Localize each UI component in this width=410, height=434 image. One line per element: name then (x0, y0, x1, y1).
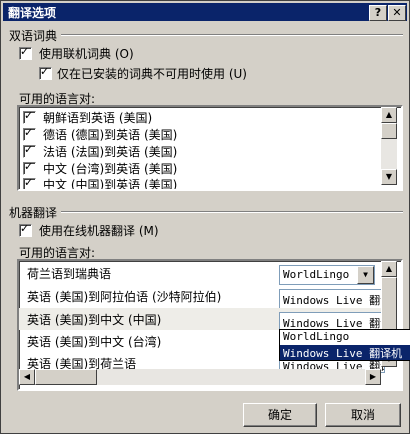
pair-label: 朝鲜语到英语 (美国) (43, 111, 153, 125)
combo-value: WorldLingo (283, 268, 350, 281)
cancel-button[interactable]: 取消 (325, 403, 401, 427)
combo-value: Windows Live 翻译 (283, 294, 392, 307)
pair-label: 荷兰语到瑞典语 (27, 267, 112, 281)
pair-checkbox[interactable] (23, 143, 36, 158)
pair-checkbox[interactable] (23, 109, 36, 124)
use-online-dictionary-label: 使用联机词典 (O) (39, 47, 134, 61)
help-button[interactable]: ? (369, 5, 387, 21)
use-machine-translation-checkbox[interactable] (19, 222, 32, 237)
use-machine-translation-label: 使用在线机器翻译 (M) (39, 224, 159, 238)
scroll-up-icon[interactable]: ▲ (381, 107, 397, 123)
service-dropdown-list[interactable]: WorldLingo Windows Live 翻译机 (279, 329, 410, 361)
pair-label: 法语 (法国)到英语 (美国) (43, 145, 178, 159)
horizontal-scrollbar[interactable]: ◀ ▶ (19, 369, 381, 385)
pair-label: 德语 (德国)到英语 (美国) (43, 128, 178, 142)
pair-checkbox[interactable] (23, 126, 36, 141)
pair-label: 中文 (中国)到英语 (美国) (43, 178, 178, 191)
ok-button[interactable]: 确定 (243, 403, 317, 427)
scroll-thumb[interactable] (381, 277, 397, 335)
scroll-up-icon[interactable]: ▲ (381, 261, 397, 277)
pair-label: 英语 (美国)到中文 (台湾) (27, 335, 162, 349)
pair-label: 英语 (美国)到中文 (中国) (27, 313, 162, 327)
chevron-down-icon[interactable]: ▼ (357, 266, 374, 284)
title-bar: 翻译选项 ? ✕ (3, 3, 407, 21)
machine-pairs-list[interactable]: 荷兰语到瑞典语 WorldLingo ▼ 英语 (美国)到阿拉伯语 (沙特阿拉伯… (17, 259, 403, 391)
use-online-dictionary-checkbox[interactable] (19, 45, 32, 60)
service-combobox[interactable]: WorldLingo ▼ (279, 265, 375, 285)
scroll-left-icon[interactable]: ◀ (19, 369, 35, 385)
pair-label: 英语 (美国)到阿拉伯语 (沙特阿拉伯) (27, 290, 222, 304)
divider (61, 211, 403, 213)
translation-options-dialog: 翻译选项 ? ✕ 双语词典 使用联机词典 (O) 仅在已安装的词典不可用时使用 … (0, 0, 410, 434)
dictionary-pairs-list[interactable]: 朝鲜语到英语 (美国) 德语 (德国)到英语 (美国) 法语 (法国)到英语 (… (17, 105, 403, 191)
scroll-thumb[interactable] (381, 123, 397, 139)
h-scroll-thumb[interactable] (35, 369, 97, 385)
pair-checkbox[interactable] (23, 160, 36, 175)
machine-heading: 机器翻译 (9, 206, 58, 220)
bilingual-heading: 双语词典 (9, 29, 58, 43)
close-button[interactable]: ✕ (388, 5, 406, 21)
pair-label: 中文 (台湾)到英语 (美国) (43, 162, 178, 176)
dialog-title: 翻译选项 (8, 6, 57, 20)
only-when-unavailable-checkbox[interactable] (39, 65, 52, 80)
service-combobox[interactable]: Windows Live 翻译 (279, 289, 391, 309)
only-when-unavailable-label: 仅在已安装的词典不可用时使用 (U) (57, 67, 247, 81)
vertical-scrollbar[interactable]: ▲ ▼ (381, 107, 397, 185)
scroll-down-icon[interactable]: ▼ (381, 169, 397, 185)
dropdown-option[interactable]: WorldLingo (280, 330, 410, 345)
scroll-right-icon[interactable]: ▶ (365, 369, 381, 385)
divider (61, 34, 403, 36)
pair-checkbox[interactable] (23, 176, 36, 189)
dropdown-option-selected[interactable]: Windows Live 翻译机 (280, 345, 410, 360)
